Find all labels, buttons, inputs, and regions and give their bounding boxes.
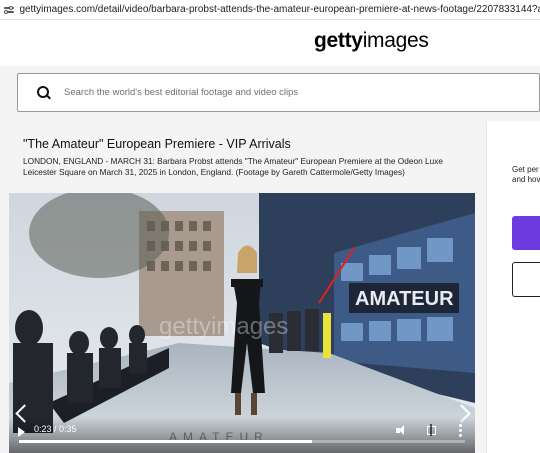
volume-icon[interactable] [396,425,408,437]
asset-caption: LONDON, ENGLAND - MARCH 31: Barbara Prob… [23,156,444,177]
panel-text-line1: Get per [512,165,539,174]
logo-bold: getty [314,29,363,52]
more-options-icon[interactable] [459,424,462,438]
fullscreen-icon[interactable] [427,424,436,436]
logo-light: images [362,29,429,52]
panel-text-line2: and hov [512,175,540,184]
video-watermark: gettyimages [159,313,289,340]
url-text[interactable]: gettyimages.com/detail/video/barbara-pro… [19,4,540,15]
billboard-text: AMATEUR [355,288,454,310]
video-player[interactable]: AMATEUR gettyimages 0:23 / 0:35 [9,193,475,453]
asset-title: "The Amateur" European Premiere - VIP Ar… [23,137,291,151]
video-controls: 0:23 / 0:35 [9,417,475,453]
purchase-panel: Get per and hov [486,121,540,453]
search-band [0,66,540,121]
search-icon[interactable] [36,85,52,101]
asset-detail: "The Amateur" European Premiere - VIP Ar… [0,121,486,453]
play-icon[interactable] [18,427,25,437]
site-settings-icon[interactable] [3,4,15,16]
progress-fill [19,440,313,443]
time-display: 0:23 / 0:35 [34,424,77,434]
primary-action-button[interactable] [512,216,540,250]
secondary-action-button[interactable] [512,262,540,297]
search-input[interactable] [64,87,464,98]
gettyimages-logo[interactable]: gettyimages [314,29,429,53]
progress-bar[interactable] [19,440,465,443]
panel-text: Get per and hov [512,165,540,185]
address-bar[interactable]: gettyimages.com/detail/video/barbara-pro… [0,0,540,20]
site-header: gettyimages [0,20,540,66]
search-box[interactable] [17,73,540,112]
